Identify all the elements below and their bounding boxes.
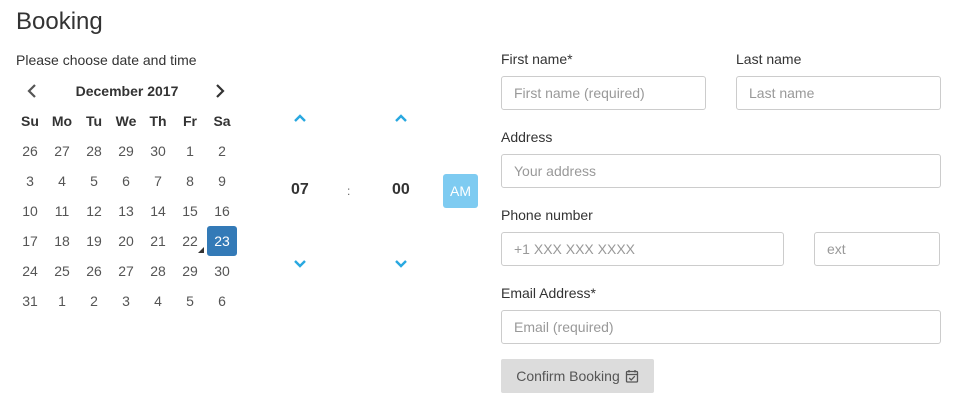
calendar-day[interactable]: 1 <box>46 286 78 316</box>
first-name-input[interactable] <box>501 76 706 110</box>
calendar-day[interactable]: 5 <box>78 166 110 196</box>
calendar-day[interactable]: 19 <box>78 226 110 256</box>
email-input[interactable] <box>501 310 941 344</box>
hour-value[interactable]: 07 <box>291 181 309 199</box>
calendar-day[interactable]: 6 <box>206 286 238 316</box>
weekday-header: Th <box>149 113 167 129</box>
weekday-header: Su <box>21 113 39 129</box>
calendar-day[interactable]: 3 <box>110 286 142 316</box>
calendar-day[interactable]: 14 <box>142 196 174 226</box>
calendar-day[interactable]: 4 <box>142 286 174 316</box>
calendar-day[interactable]: 15 <box>174 196 206 226</box>
address-input[interactable] <box>501 154 941 188</box>
calendar-day[interactable]: 17 <box>14 226 46 256</box>
weekday-header: Sa <box>213 113 231 129</box>
hour-increment-button[interactable] <box>290 108 310 128</box>
chevron-up-icon <box>395 114 407 122</box>
calendar-day[interactable]: 13 <box>110 196 142 226</box>
weekday-header: Tu <box>85 113 103 129</box>
calendar-header: December 2017 <box>16 80 238 102</box>
calendar-day[interactable]: 18 <box>46 226 78 256</box>
calendar-month-label[interactable]: December 2017 <box>16 83 238 99</box>
calendar-day[interactable]: 6 <box>110 166 142 196</box>
calendar-day[interactable]: 11 <box>46 196 78 226</box>
calendar-grid: Su Mo Tu We Th Fr Sa 26 27 28 29 30 1 2 3 4 5 6 7 8 9 10 11 12 1… <box>14 106 238 316</box>
calendar-day[interactable]: 4 <box>46 166 78 196</box>
chevron-right-icon <box>216 84 225 98</box>
calendar-day[interactable]: 26 <box>14 136 46 166</box>
calendar-day[interactable]: 29 <box>110 136 142 166</box>
calendar-day[interactable]: 22 <box>174 226 206 256</box>
next-month-button[interactable] <box>206 80 234 102</box>
calendar-day[interactable]: 8 <box>174 166 206 196</box>
weekday-header: We <box>115 113 137 129</box>
calendar-day[interactable]: 20 <box>110 226 142 256</box>
calendar-day[interactable]: 30 <box>206 256 238 286</box>
calendar-day[interactable]: 28 <box>78 136 110 166</box>
page-subtitle: Please choose date and time <box>16 52 197 68</box>
hour-decrement-button[interactable] <box>290 254 310 274</box>
calendar-day[interactable]: 1 <box>174 136 206 166</box>
phone-ext-input[interactable] <box>814 232 940 266</box>
calendar-day[interactable]: 24 <box>14 256 46 286</box>
chevron-down-icon <box>395 260 407 268</box>
calendar-day[interactable]: 26 <box>78 256 110 286</box>
minute-value[interactable]: 00 <box>392 181 410 199</box>
calendar-day[interactable]: 5 <box>174 286 206 316</box>
calendar-day[interactable]: 21 <box>142 226 174 256</box>
weekday-header: Fr <box>183 113 197 129</box>
weekday-header: Mo <box>51 113 73 129</box>
calendar-day[interactable]: 2 <box>206 136 238 166</box>
email-label: Email Address* <box>501 285 596 301</box>
calendar-day[interactable]: 23 <box>207 226 237 256</box>
minute-decrement-button[interactable] <box>391 254 411 274</box>
page-title: Booking <box>16 8 103 35</box>
confirm-booking-button[interactable]: Confirm Booking <box>501 359 654 393</box>
time-separator: : <box>347 184 351 198</box>
last-name-label: Last name <box>736 51 802 67</box>
address-label: Address <box>501 129 553 145</box>
first-name-label: First name* <box>501 51 573 67</box>
calendar-day[interactable]: 7 <box>142 166 174 196</box>
calendar-day[interactable]: 28 <box>142 256 174 286</box>
calendar-day[interactable]: 12 <box>78 196 110 226</box>
calendar-day[interactable]: 3 <box>14 166 46 196</box>
calendar-day[interactable]: 2 <box>78 286 110 316</box>
calendar-day[interactable]: 30 <box>142 136 174 166</box>
chevron-down-icon <box>294 260 306 268</box>
calendar-day[interactable]: 10 <box>14 196 46 226</box>
calendar-day[interactable]: 27 <box>110 256 142 286</box>
am-pm-toggle[interactable]: AM <box>443 174 478 208</box>
calendar-day[interactable]: 16 <box>206 196 238 226</box>
calendar-day[interactable]: 25 <box>46 256 78 286</box>
confirm-booking-label: Confirm Booking <box>516 368 620 384</box>
last-name-input[interactable] <box>736 76 941 110</box>
phone-label: Phone number <box>501 207 593 223</box>
chevron-up-icon <box>294 114 306 122</box>
minute-increment-button[interactable] <box>391 108 411 128</box>
calendar-check-icon <box>625 370 638 383</box>
calendar-day[interactable]: 27 <box>46 136 78 166</box>
calendar-day[interactable]: 29 <box>174 256 206 286</box>
calendar-day[interactable]: 31 <box>14 286 46 316</box>
phone-input[interactable] <box>501 232 784 266</box>
calendar-day[interactable]: 9 <box>206 166 238 196</box>
